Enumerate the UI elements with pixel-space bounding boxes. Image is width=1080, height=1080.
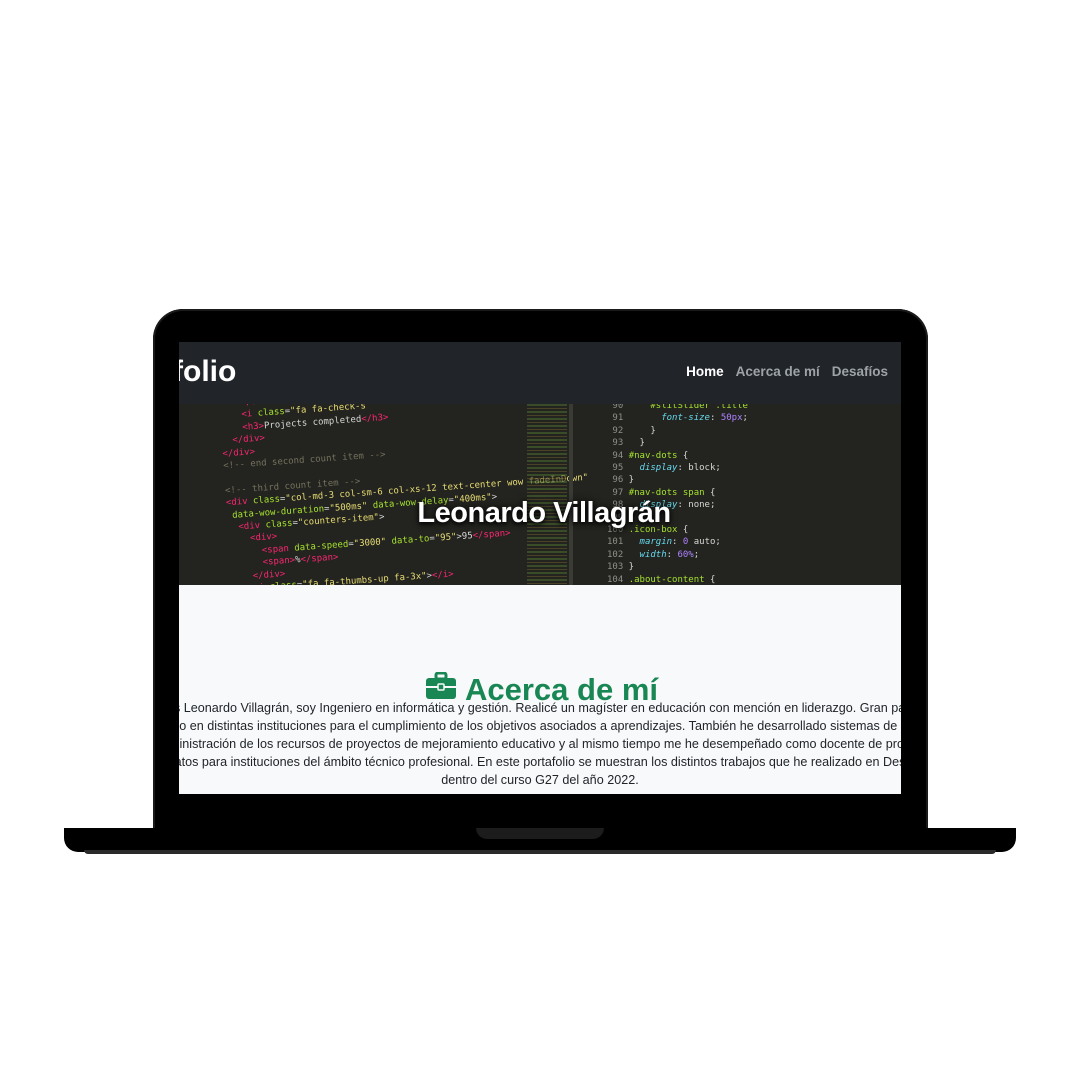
about-line: ministración de los recursos de proyecto… xyxy=(179,737,901,751)
navbar: folio Home Acerca de mí Desafíos xyxy=(179,342,901,404)
about-line: es Leonardo Villagrán, soy Ingeniero en … xyxy=(179,700,901,715)
about-line: datos para instituciones del ámbito técn… xyxy=(179,755,901,770)
about-line: dentro del curso G27 del año 2022. xyxy=(441,773,639,788)
nav-link-acerca[interactable]: Acerca de mí xyxy=(736,363,820,381)
hero-title: Leonardo Villagrán xyxy=(417,497,671,530)
about-line: ado en distintas instituciones para el c… xyxy=(179,718,901,733)
nav-links: Home Acerca de mí Desafíos xyxy=(686,363,888,381)
laptop-notch xyxy=(476,828,604,839)
nav-link-desafios[interactable]: Desafíos xyxy=(832,363,888,381)
navbar-brand[interactable]: folio xyxy=(179,352,236,392)
about-section: Acerca de mí es Leonardo Villagrán, soy … xyxy=(179,585,901,794)
hero-banner: </div> <i class="fa fa-check-s" <h3>Proj… xyxy=(179,404,901,585)
laptop-screen: folio Home Acerca de mí Desafíos </div> … xyxy=(179,342,901,794)
about-paragraph: es Leonardo Villagrán, soy Ingeniero en … xyxy=(179,699,901,790)
laptop-base-shadow xyxy=(84,850,996,854)
nav-link-home[interactable]: Home xyxy=(686,363,724,381)
